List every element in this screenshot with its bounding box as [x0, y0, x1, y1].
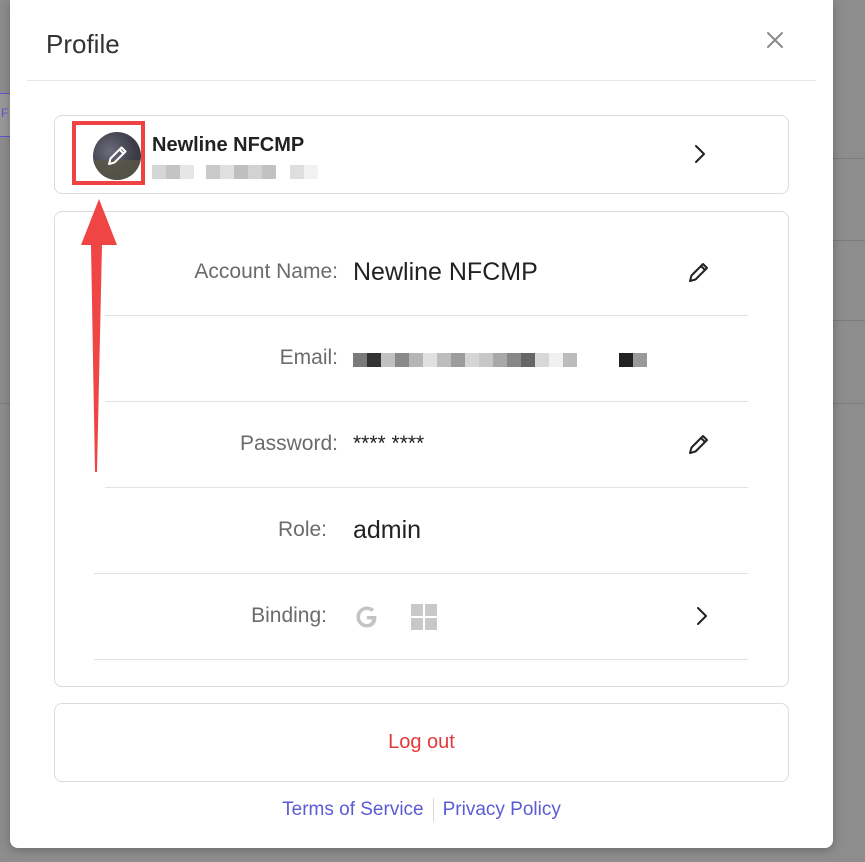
privacy-policy-link[interactable]: Privacy Policy — [443, 799, 561, 820]
password-row: Password: **** **** — [105, 401, 748, 488]
account-name-label: Account Name: — [194, 260, 338, 283]
edit-password-icon[interactable] — [686, 431, 712, 457]
profile-email-redacted — [152, 165, 347, 179]
edit-account-name-icon[interactable] — [686, 259, 712, 285]
footer-links: Terms of Service Privacy Policy — [10, 798, 833, 826]
role-value: admin — [353, 516, 422, 544]
background-divider — [833, 158, 865, 159]
email-value-redacted — [353, 353, 647, 367]
password-value: **** **** — [353, 432, 425, 455]
binding-chevron-right-icon[interactable] — [694, 604, 710, 628]
terms-of-service-link[interactable]: Terms of Service — [282, 799, 423, 820]
chevron-right-icon[interactable] — [692, 142, 708, 166]
microsoft-icon[interactable] — [410, 603, 438, 631]
account-name-row: Account Name: Newline NFCMP — [105, 229, 748, 316]
google-icon[interactable] — [353, 603, 381, 631]
modal-title: Profile — [46, 29, 120, 59]
background-divider — [833, 240, 865, 241]
role-row: Role: admin — [94, 487, 748, 574]
profile-summary-card[interactable]: Newline NFCMP — [54, 115, 789, 194]
background-divider — [833, 320, 865, 321]
close-icon[interactable] — [762, 27, 788, 53]
binding-row: Binding: — [94, 573, 748, 660]
footer-separator — [432, 798, 434, 822]
email-label: Email: — [279, 346, 338, 369]
background-divider — [833, 403, 865, 404]
profile-modal: Profile Newline NFCMP Account Name: Newl… — [10, 0, 833, 848]
password-label: Password: — [239, 432, 338, 455]
account-name-value: Newline NFCMP — [353, 258, 538, 286]
email-row: Email: — [105, 315, 748, 402]
profile-name: Newline NFCMP — [152, 134, 305, 156]
logout-button[interactable]: Log out — [54, 703, 789, 782]
modal-header: Profile — [27, 0, 816, 81]
account-details-card: Account Name: Newline NFCMP Email: Passw… — [54, 211, 789, 687]
role-label: Role: — [277, 518, 327, 541]
logout-label: Log out — [388, 731, 455, 753]
binding-label: Binding: — [251, 604, 327, 627]
annotation-highlight-box — [72, 121, 145, 185]
